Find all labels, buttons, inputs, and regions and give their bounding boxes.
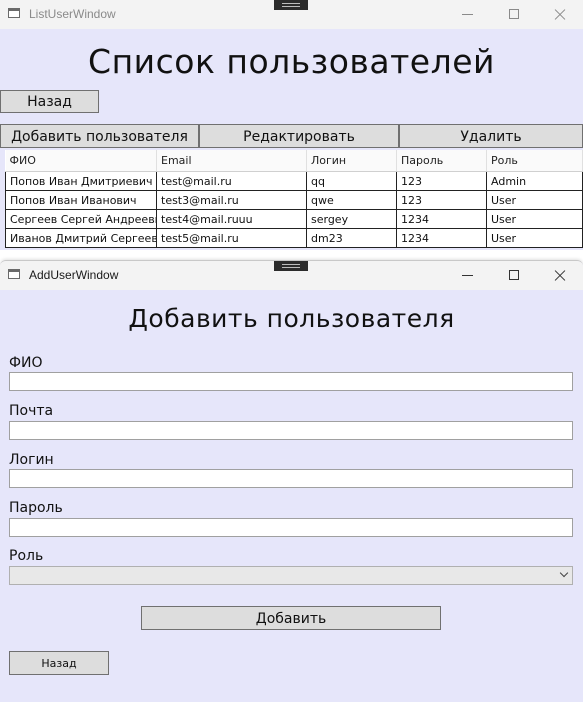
maximize-icon[interactable] <box>503 265 525 285</box>
table-cell[interactable]: test5@mail.ru <box>156 228 307 248</box>
back-button[interactable]: Назад <box>9 651 109 675</box>
role-label: Роль <box>9 548 44 564</box>
back-button[interactable]: Назад <box>0 90 99 113</box>
close-icon[interactable] <box>549 4 571 24</box>
table-cell[interactable]: Сергеев Сергей Андреевич <box>5 209 157 229</box>
table-cell[interactable]: 123 <box>396 190 487 210</box>
table-cell[interactable]: Admin <box>486 171 583 191</box>
table-cell[interactable]: Иванов Дмитрий Сергеевич <box>5 228 157 248</box>
add-user-button[interactable]: Добавить пользователя <box>0 124 199 148</box>
table-cell[interactable]: User <box>486 190 583 210</box>
login-label: Логин <box>9 452 54 468</box>
window-title: AddUserWindow <box>29 268 119 282</box>
title-bar[interactable]: ListUserWindow <box>0 0 583 29</box>
table-cell[interactable]: test4@mail.ruuu <box>156 209 307 229</box>
table-cell[interactable]: sergey <box>306 209 397 229</box>
minimize-icon[interactable] <box>457 265 479 285</box>
table-cell[interactable]: dm23 <box>306 228 397 248</box>
window-title: ListUserWindow <box>29 7 116 21</box>
chevron-down-icon <box>559 568 569 578</box>
table-cell[interactable]: test3@mail.ru <box>156 190 307 210</box>
role-select[interactable] <box>9 566 573 585</box>
table-row[interactable]: Сергеев Сергей Андреевич test4@mail.ruuu… <box>5 209 583 229</box>
delete-button[interactable]: Удалить <box>399 124 583 148</box>
password-field[interactable] <box>9 518 573 537</box>
grip-icon[interactable] <box>274 261 308 271</box>
table-cell[interactable]: 1234 <box>396 209 487 229</box>
fio-label: ФИО <box>9 355 43 371</box>
table-cell[interactable]: User <box>486 228 583 248</box>
table-cell[interactable]: User <box>486 209 583 229</box>
fio-field[interactable] <box>9 372 573 391</box>
table-cell[interactable]: test@mail.ru <box>156 171 307 191</box>
email-field[interactable] <box>9 421 573 440</box>
app-icon <box>8 8 20 18</box>
login-field[interactable] <box>9 469 573 488</box>
close-icon[interactable] <box>549 265 571 285</box>
table-cell[interactable]: Попов Иван Дмитриевич <box>5 171 157 191</box>
page-title: Список пользователей <box>88 42 495 81</box>
table-cell[interactable]: 123 <box>396 171 487 191</box>
column-header-email[interactable]: Email <box>156 150 307 172</box>
app-icon <box>8 269 20 279</box>
table-cell[interactable]: qwe <box>306 190 397 210</box>
table-row[interactable]: Попов Иван Дмитриевич test@mail.ru qq 12… <box>5 171 583 191</box>
password-label: Пароль <box>9 500 63 516</box>
add-button[interactable]: Добавить <box>141 606 441 630</box>
grip-icon[interactable] <box>274 0 308 10</box>
edit-button[interactable]: Редактировать <box>199 124 399 148</box>
page-title: Добавить пользователя <box>128 304 455 333</box>
column-header-fio[interactable]: ФИО <box>5 150 157 172</box>
minimize-icon[interactable] <box>457 4 479 24</box>
table-row[interactable]: Попов Иван Иванович test3@mail.ru qwe 12… <box>5 190 583 210</box>
add-user-window: AddUserWindow Добавить пользователя ФИО … <box>0 260 583 702</box>
table-cell[interactable]: 1234 <box>396 228 487 248</box>
table-cell[interactable]: Попов Иван Иванович <box>5 190 157 210</box>
list-user-window: ListUserWindow Список пользователей Наза… <box>0 0 583 250</box>
users-table: ФИО Email Логин Пароль Роль Попов Иван Д… <box>5 150 583 248</box>
maximize-icon[interactable] <box>503 4 525 24</box>
table-row[interactable]: Иванов Дмитрий Сергеевич test5@mail.ru d… <box>5 228 583 248</box>
table-header-row: ФИО Email Логин Пароль Роль <box>5 150 583 172</box>
column-header-login[interactable]: Логин <box>306 150 397 172</box>
title-bar[interactable]: AddUserWindow <box>0 261 583 290</box>
email-label: Почта <box>9 403 54 419</box>
table-cell[interactable]: qq <box>306 171 397 191</box>
column-header-role[interactable]: Роль <box>486 150 583 172</box>
column-header-password[interactable]: Пароль <box>396 150 487 172</box>
